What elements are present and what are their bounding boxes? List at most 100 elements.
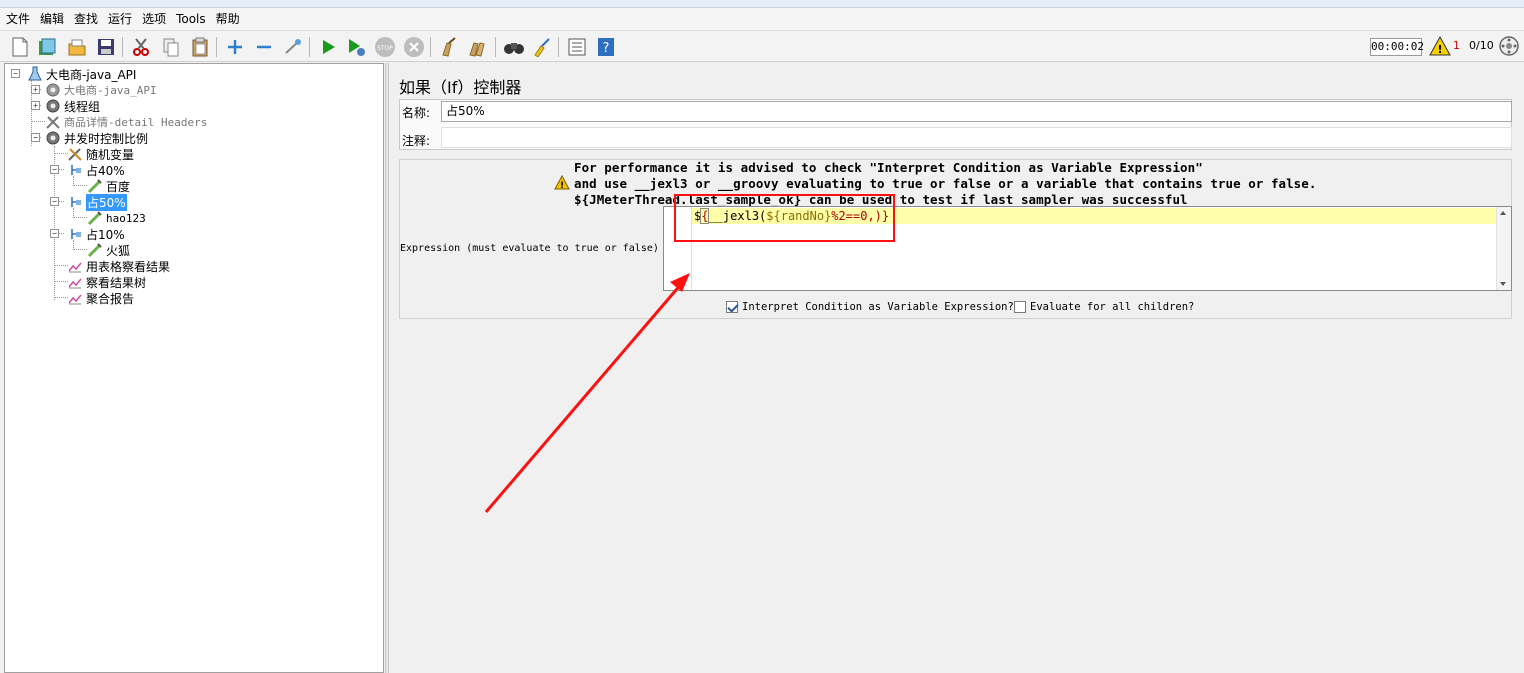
comment-field[interactable] [441, 127, 1512, 148]
search-icon[interactable] [503, 36, 525, 58]
tree-node-sampler-firefox[interactable]: 火狐 [87, 242, 130, 258]
menu-edit[interactable]: 编辑 [40, 8, 64, 30]
remote-status-icon [1498, 35, 1520, 57]
test-plan-tree[interactable]: − + + − − − − 大电商-java_API 大电商-java_API … [4, 63, 384, 673]
menu-search[interactable]: 查找 [74, 8, 98, 30]
reset-search-icon[interactable] [531, 36, 553, 58]
expression-label: Expression (must evaluate to true or fal… [400, 243, 659, 254]
menubar: 文件 编辑 查找 运行 选项 Tools 帮助 [0, 8, 1524, 30]
tree-node-aggregate-report[interactable]: 聚合报告 [67, 290, 134, 306]
expand-toggle[interactable]: + [31, 85, 40, 94]
templates-icon[interactable] [36, 36, 58, 58]
copy-icon[interactable] [160, 36, 182, 58]
tree-node-view-results-tree[interactable]: 察看结果树 [67, 274, 146, 290]
paste-icon[interactable] [189, 36, 211, 58]
clear-all-icon[interactable] [467, 36, 489, 58]
tree-node-sampler-hao123[interactable]: hao123 [87, 210, 146, 226]
clear-icon[interactable] [438, 36, 460, 58]
svg-text:!: ! [560, 181, 564, 190]
tree-node-label: 占50% [86, 193, 127, 211]
menu-help[interactable]: 帮助 [216, 8, 240, 30]
tree-node-sampler-baidu[interactable]: 百度 [87, 178, 130, 194]
split-pane-divider[interactable] [385, 63, 389, 673]
graph-icon [68, 278, 82, 289]
evaluate-all-children-checkbox[interactable]: Evaluate for all children? [1014, 301, 1194, 313]
expand-icon[interactable] [224, 36, 246, 58]
stop-icon[interactable]: STOP [374, 36, 396, 58]
graph-icon [68, 262, 82, 273]
name-field[interactable]: 占50% [441, 101, 1512, 122]
toggle-icon[interactable] [282, 36, 304, 58]
elapsed-timer: 00:00:02 [1370, 38, 1424, 56]
tree-node-concurrency-group[interactable]: 并发时控制比例 [45, 130, 148, 146]
collapse-icon[interactable] [253, 36, 275, 58]
warning-icon[interactable]: ! [1429, 35, 1451, 57]
tree-node-label: 火狐 [106, 243, 131, 258]
window-titlebar [0, 0, 1524, 8]
collapse-toggle[interactable]: − [50, 165, 59, 174]
save-icon[interactable] [95, 36, 117, 58]
start-icon[interactable] [317, 36, 339, 58]
new-icon[interactable] [9, 36, 31, 58]
shutdown-icon[interactable] [403, 36, 425, 58]
page-title: 如果（If）控制器 [399, 78, 522, 97]
checkbox-checked[interactable] [726, 301, 738, 313]
if-controller-icon [71, 165, 81, 175]
tree-node-label: 大电商-java_API [64, 84, 157, 97]
editor-scrollbar[interactable] [1496, 207, 1511, 290]
gear-icon [46, 99, 60, 113]
menu-file[interactable]: 文件 [6, 8, 30, 30]
collapse-toggle[interactable]: − [31, 133, 40, 142]
tree-node-if-40[interactable]: 占40% [67, 162, 125, 178]
help-icon[interactable]: ? [595, 36, 617, 58]
tree-node-label: 百度 [106, 179, 131, 194]
open-icon[interactable] [66, 36, 88, 58]
menu-run[interactable]: 运行 [108, 8, 132, 30]
interpret-condition-checkbox[interactable]: Interpret Condition as Variable Expressi… [726, 301, 1014, 313]
expand-toggle[interactable]: + [31, 101, 40, 110]
tree-node-label: 察看结果树 [86, 275, 147, 290]
tree-node-label: 用表格察看结果 [86, 259, 171, 274]
gear-icon [46, 131, 60, 145]
svg-text:STOP: STOP [377, 45, 393, 52]
test-plan-icon [28, 66, 42, 81]
wrench-icon [68, 148, 82, 161]
menu-tools[interactable]: Tools [176, 8, 206, 30]
if-controller-icon [71, 229, 81, 239]
toolbar: STOP ? 00:00:02 ! 1 0/10 [0, 30, 1524, 62]
menu-options[interactable]: 选项 [142, 8, 166, 30]
tree-node-thread-group[interactable]: 线程组 [45, 98, 100, 114]
if-controller-icon [71, 197, 81, 207]
advice-line: For performance it is advised to check "… [574, 160, 1203, 175]
tree-node-label: 并发时控制比例 [64, 131, 149, 146]
tree-node-label: 聚合报告 [86, 291, 135, 306]
tree-node-view-table[interactable]: 用表格察看结果 [67, 258, 170, 274]
checkbox-label: Interpret Condition as Variable Expressi… [742, 301, 1014, 313]
active-threads: 0/10 [1469, 39, 1494, 52]
pipette-icon [87, 243, 102, 258]
annotation-highlight-box [674, 194, 895, 242]
tree-node-header-manager[interactable]: 商品详情-detail Headers [45, 114, 207, 130]
collapse-toggle[interactable]: − [11, 69, 20, 78]
checkbox-unchecked[interactable] [1014, 301, 1026, 313]
start-no-pause-icon[interactable] [345, 36, 367, 58]
warning-icon: ! [554, 174, 570, 193]
pipette-icon [87, 211, 102, 226]
tree-node-label: 线程组 [64, 99, 101, 114]
tree-node-label: 大电商-java_API [46, 67, 137, 82]
pipette-icon [87, 179, 102, 194]
tree-node-if-50[interactable]: 占50% [67, 193, 127, 211]
advice-line: and use __jexl3 or __groovy evaluating t… [574, 176, 1317, 191]
tree-node-random-variable[interactable]: 随机变量 [67, 146, 134, 162]
tree-node-if-10[interactable]: 占10% [67, 226, 125, 242]
tree-node-disabled-group[interactable]: 大电商-java_API [45, 82, 157, 98]
tree-node-label: 随机变量 [86, 147, 135, 162]
collapse-toggle[interactable]: − [50, 229, 59, 238]
svg-text:!: ! [1437, 43, 1442, 56]
svg-text:?: ? [603, 41, 610, 56]
cut-icon[interactable] [130, 36, 152, 58]
wrench-icon [46, 116, 60, 129]
tree-node-test-plan[interactable]: 大电商-java_API [27, 66, 136, 82]
function-helper-icon[interactable] [566, 36, 588, 58]
collapse-toggle[interactable]: − [50, 197, 59, 206]
